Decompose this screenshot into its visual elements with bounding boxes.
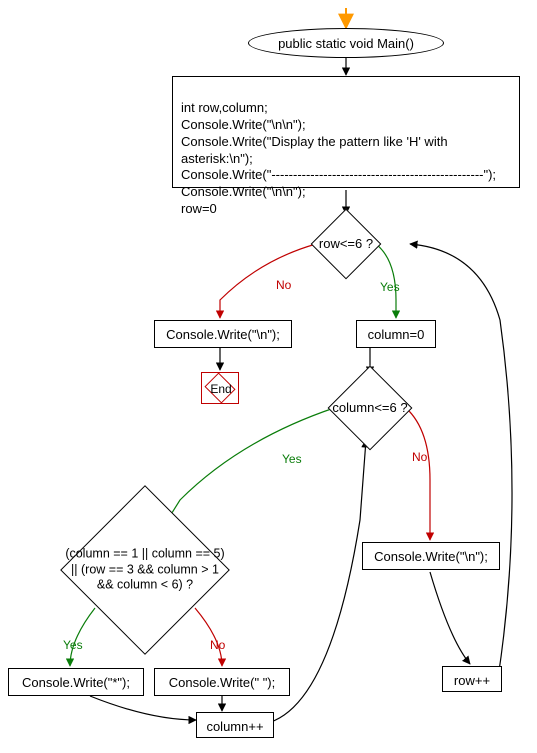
process-init-text: int row,column; Console.Write("\n\n"); C… — [181, 100, 496, 216]
process-column-zero: column=0 — [356, 320, 436, 348]
process-newline-row-text: Console.Write("\n"); — [166, 327, 280, 342]
label-col-no: No — [412, 450, 427, 464]
terminator-start-label: public static void Main() — [278, 36, 414, 51]
label-row-no: No — [276, 278, 291, 292]
decision-row-text: row<=6 ? — [311, 236, 381, 252]
decision-condition: (column == 1 || column == 5) || (row == … — [85, 510, 205, 630]
decision-condition-text: (column == 1 || column == 5) || (row == … — [61, 547, 229, 594]
flowchart-canvas: public static void Main() int row,column… — [0, 0, 537, 753]
process-newline-column-text: Console.Write("\n"); — [374, 549, 488, 564]
process-column-zero-text: column=0 — [368, 327, 425, 342]
terminator-end: End — [201, 372, 239, 404]
process-column-increment-text: column++ — [206, 719, 263, 734]
decision-column-text: column<=6 ? — [328, 400, 412, 416]
process-row-increment-text: row++ — [454, 673, 490, 688]
label-row-yes: Yes — [380, 280, 400, 294]
process-newline-column: Console.Write("\n"); — [362, 542, 500, 570]
process-write-space-text: Console.Write(" "); — [169, 675, 276, 690]
terminator-end-text: End — [202, 373, 240, 405]
terminator-start: public static void Main() — [248, 28, 444, 58]
process-newline-row: Console.Write("\n"); — [154, 320, 292, 348]
decision-row: row<=6 ? — [321, 219, 371, 269]
label-cond-yes: Yes — [63, 638, 83, 652]
process-row-increment: row++ — [442, 666, 502, 692]
process-write-star: Console.Write("*"); — [8, 668, 144, 696]
label-cond-no: No — [210, 638, 225, 652]
decision-column: column<=6 ? — [340, 378, 400, 438]
process-write-space: Console.Write(" "); — [154, 668, 290, 696]
process-column-increment: column++ — [196, 712, 274, 738]
process-write-star-text: Console.Write("*"); — [22, 675, 130, 690]
process-init: int row,column; Console.Write("\n\n"); C… — [172, 76, 520, 188]
label-col-yes: Yes — [282, 452, 302, 466]
